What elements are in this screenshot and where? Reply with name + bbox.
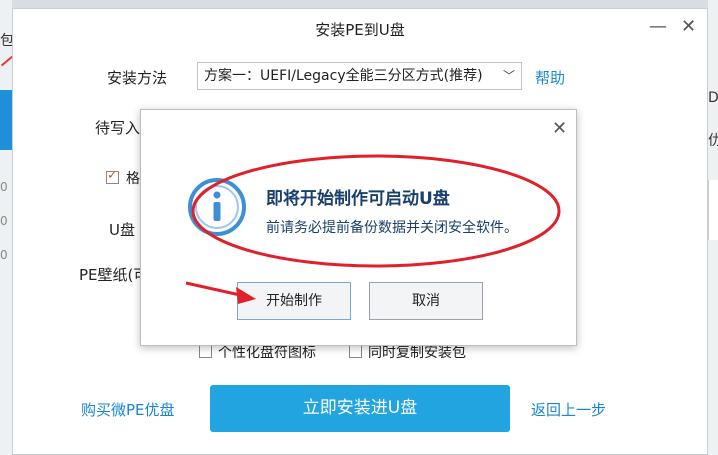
buy-usb-link[interactable]: 购买微PE优盘 (81, 399, 175, 420)
install-method-select[interactable]: 方案一：UEFI/Legacy全能三分区方式(推荐) ﹀ (197, 62, 522, 90)
back-link[interactable]: 返回上一步 (531, 399, 606, 420)
info-icon (188, 178, 246, 236)
help-link[interactable]: 帮助 (535, 67, 565, 88)
dialog-message: 前请务必提前备份数据并关闭安全软件。 (266, 220, 518, 236)
wallpaper-label: PE壁纸(可 (79, 266, 149, 284)
background-text: 仂 (708, 133, 718, 149)
install-method-value: 方案一：UEFI/Legacy全能三分区方式(推荐) (204, 68, 483, 84)
custom-drive-icon-checkbox[interactable] (199, 345, 212, 358)
background-number: 0 (0, 214, 8, 228)
start-making-button[interactable]: 开始制作 (237, 282, 351, 320)
install-method-label: 安装方法 (107, 69, 168, 87)
udisk-label: U盘 (109, 221, 135, 239)
dialog-close-button[interactable]: ✕ (552, 118, 567, 139)
background-number: 0 (0, 180, 8, 194)
background-blue-block (0, 90, 12, 150)
window-title: 安装PE到U盘 (315, 21, 405, 39)
cancel-button[interactable]: 取消 (369, 282, 483, 320)
background-panel (708, 180, 718, 240)
format-label: 格 (126, 171, 140, 187)
format-checkbox[interactable] (106, 168, 119, 184)
background-app-left: 包 0 0 0 (0, 0, 14, 455)
background-number: 0 (0, 248, 8, 262)
close-window-button[interactable]: ✕ (681, 17, 696, 37)
write-target-label: 待写入 (95, 119, 141, 137)
background-text: D (708, 90, 718, 106)
chevron-down-icon: ﹀ (502, 69, 515, 83)
install-to-usb-button[interactable]: 立即安装进U盘 (210, 385, 510, 432)
confirm-dialog: ✕ 即将开始制作可启动U盘 前请务必提前备份数据并关闭安全软件。 开始制作 取消 (140, 109, 577, 346)
dialog-title: 即将开始制作可启动U盘 (266, 189, 450, 209)
copy-package-checkbox[interactable] (349, 345, 362, 358)
background-app-right: D 仂 (708, 0, 718, 455)
minimize-button[interactable]: — (649, 17, 667, 37)
